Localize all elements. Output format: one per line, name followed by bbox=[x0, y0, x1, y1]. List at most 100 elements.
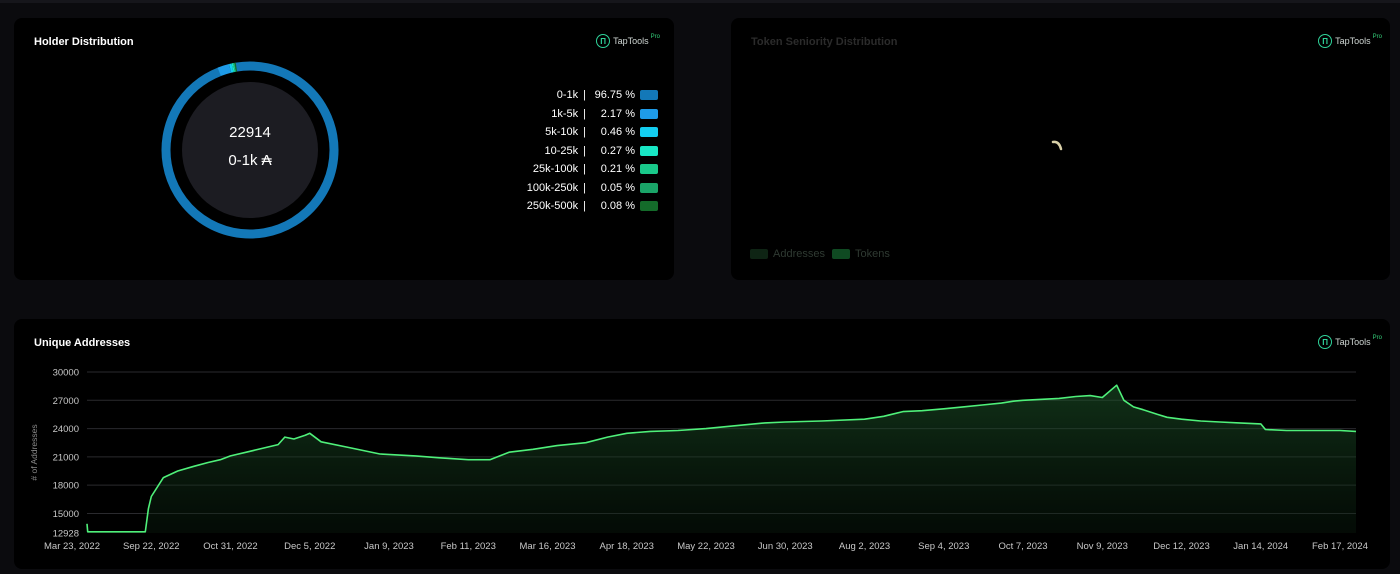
data-point[interactable] bbox=[467, 459, 469, 461]
data-point[interactable] bbox=[320, 441, 322, 443]
data-point[interactable] bbox=[585, 442, 587, 444]
data-point[interactable] bbox=[150, 496, 152, 498]
data-point[interactable] bbox=[626, 432, 628, 434]
data-point[interactable] bbox=[1000, 402, 1002, 404]
data-point[interactable] bbox=[1022, 399, 1024, 401]
data-point[interactable] bbox=[734, 425, 736, 427]
taptools-logo[interactable]: Π TapTools Pro bbox=[1318, 34, 1382, 48]
data-point[interactable] bbox=[921, 410, 923, 412]
y-axis-label: # of Addresses bbox=[29, 424, 39, 480]
data-point[interactable] bbox=[277, 444, 279, 446]
data-point[interactable] bbox=[1075, 396, 1077, 398]
spinner-icon bbox=[1051, 140, 1063, 151]
data-point[interactable] bbox=[293, 438, 295, 440]
series-area bbox=[87, 385, 1356, 533]
legend-swatch bbox=[640, 127, 658, 138]
legend-percent: 0.46 % bbox=[600, 126, 635, 139]
legend-swatch bbox=[640, 108, 658, 119]
data-point[interactable] bbox=[1200, 420, 1202, 422]
data-point[interactable] bbox=[86, 523, 88, 525]
data-point[interactable] bbox=[677, 430, 679, 432]
y-tick-label: 18000 bbox=[53, 481, 79, 492]
data-point[interactable] bbox=[1355, 431, 1357, 433]
data-point[interactable] bbox=[284, 436, 286, 438]
data-point[interactable] bbox=[219, 459, 221, 461]
data-point[interactable] bbox=[1157, 414, 1159, 416]
data-point[interactable] bbox=[784, 421, 786, 423]
data-point[interactable] bbox=[883, 415, 885, 417]
legend-item[interactable]: 250k-500k | 0.08 % bbox=[527, 197, 658, 216]
data-point[interactable] bbox=[1041, 398, 1043, 400]
data-point[interactable] bbox=[1133, 406, 1135, 408]
data-point[interactable] bbox=[1265, 429, 1267, 431]
data-point[interactable] bbox=[943, 408, 945, 410]
y-tick-label: 30000 bbox=[53, 368, 79, 379]
data-point[interactable] bbox=[981, 404, 983, 406]
data-point[interactable] bbox=[245, 451, 247, 453]
data-point[interactable] bbox=[207, 462, 209, 464]
data-point[interactable] bbox=[1339, 430, 1341, 432]
legend-separator: | bbox=[583, 107, 586, 120]
data-point[interactable] bbox=[87, 531, 89, 533]
taptools-icon: Π bbox=[596, 34, 611, 48]
data-point[interactable] bbox=[864, 418, 866, 420]
y-tick-label: 21000 bbox=[53, 452, 79, 463]
data-point[interactable] bbox=[1089, 395, 1091, 397]
data-point[interactable] bbox=[1285, 430, 1287, 432]
data-point[interactable] bbox=[415, 455, 417, 457]
data-point[interactable] bbox=[163, 477, 165, 479]
data-point[interactable] bbox=[379, 453, 381, 455]
legend-item[interactable]: 100k-250k | 0.05 % bbox=[527, 179, 658, 198]
data-point[interactable] bbox=[304, 434, 306, 436]
unique-addresses-chart[interactable]: 12928 15000 18000 21000 24000 27000 30000 # of … bbox=[14, 319, 1390, 569]
data-point[interactable] bbox=[347, 447, 349, 449]
data-point[interactable] bbox=[1012, 400, 1014, 402]
data-point[interactable] bbox=[1181, 418, 1183, 420]
data-point[interactable] bbox=[649, 431, 651, 433]
legend-item[interactable]: 5k-10k | 0.46 % bbox=[527, 123, 658, 142]
data-point[interactable] bbox=[1219, 421, 1221, 423]
data-point[interactable] bbox=[556, 445, 558, 447]
data-point[interactable] bbox=[1123, 399, 1125, 401]
data-point[interactable] bbox=[309, 432, 311, 434]
data-point[interactable] bbox=[144, 531, 146, 533]
data-point[interactable] bbox=[1238, 422, 1240, 424]
panel-title: Holder Distribution bbox=[34, 36, 134, 48]
data-point[interactable] bbox=[705, 428, 707, 430]
legend-percent: 96.75 % bbox=[594, 89, 635, 102]
legend-item[interactable]: Addresses bbox=[750, 248, 825, 260]
data-point[interactable] bbox=[764, 422, 766, 424]
data-point[interactable] bbox=[439, 457, 441, 459]
legend-item[interactable]: 25k-100k | 0.21 % bbox=[527, 160, 658, 179]
data-point[interactable] bbox=[177, 470, 179, 472]
legend-item[interactable]: 10-25k | 0.27 % bbox=[527, 142, 658, 161]
taptools-logo[interactable]: Π TapTools Pro bbox=[596, 34, 660, 48]
legend-item[interactable]: 0-1k | 96.75 % bbox=[527, 86, 658, 105]
x-tick-label: Dec 12, 2023 bbox=[1153, 541, 1210, 552]
legend-item[interactable]: Tokens bbox=[831, 248, 890, 260]
data-point[interactable] bbox=[1142, 409, 1144, 411]
data-point[interactable] bbox=[261, 447, 263, 449]
data-point[interactable] bbox=[962, 406, 964, 408]
data-point[interactable] bbox=[820, 420, 822, 422]
data-point[interactable] bbox=[532, 448, 534, 450]
data-point[interactable] bbox=[193, 465, 195, 467]
data-point[interactable] bbox=[230, 455, 232, 457]
legend-percent: 0.21 % bbox=[600, 163, 635, 176]
x-tick-label: Oct 31, 2022 bbox=[203, 541, 257, 552]
data-point[interactable] bbox=[1058, 398, 1060, 400]
legend-item[interactable]: 1k-5k | 2.17 % bbox=[527, 105, 658, 124]
data-point[interactable] bbox=[1116, 384, 1118, 386]
data-point[interactable] bbox=[1260, 423, 1262, 425]
legend-separator: | bbox=[583, 144, 586, 157]
data-point[interactable] bbox=[148, 508, 150, 510]
data-point[interactable] bbox=[1311, 430, 1313, 432]
donut-center-count: 22914 bbox=[229, 124, 271, 141]
data-point[interactable] bbox=[508, 451, 510, 453]
data-point[interactable] bbox=[1166, 416, 1168, 418]
data-point[interactable] bbox=[489, 459, 491, 461]
data-point[interactable] bbox=[1101, 397, 1103, 399]
data-point[interactable] bbox=[902, 411, 904, 413]
brand-name: TapTools bbox=[613, 36, 649, 46]
data-point[interactable] bbox=[607, 436, 609, 438]
